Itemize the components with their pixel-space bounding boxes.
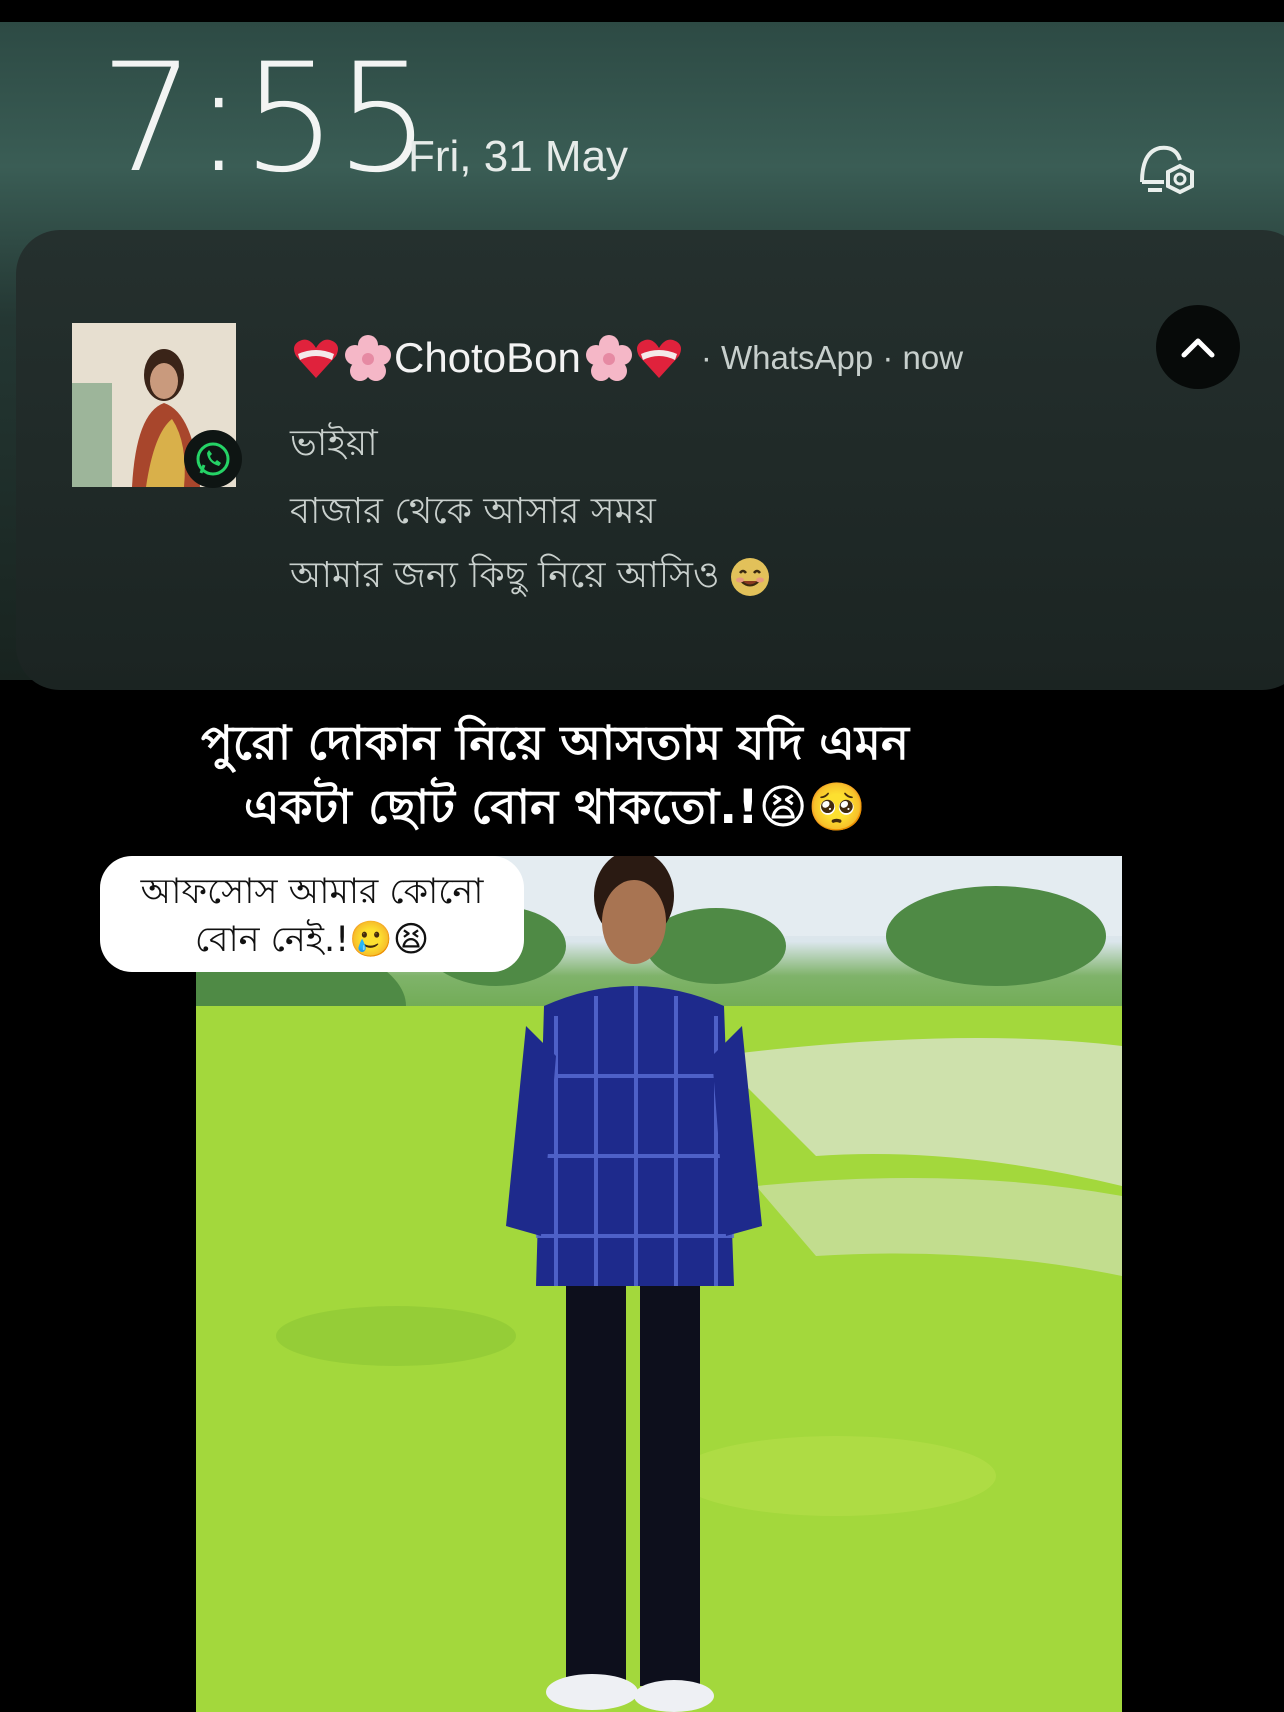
meme-caption: পুরো দোকান নিয়ে আসতাম যদি এমন একটা ছোট … (140, 712, 970, 840)
notification-header: ChotoBon · WhatsApp · now (292, 330, 963, 386)
lockscreen-date: Fri, 31 May (408, 132, 629, 181)
bubble-text: আফসোস আমার কোনো বোন নেই.!🥲😫 (100, 868, 524, 964)
cherry-blossom-icon (585, 335, 632, 381)
message-line: বাজার থেকে আসার সময় (290, 491, 656, 532)
message-line-with-emoji: আমার জন্য কিছু নিয়ে আসিও (290, 548, 771, 608)
speech-bubble: আফসোস আমার কোনো বোন নেই.!🥲😫 (100, 856, 524, 972)
person-photo (196, 856, 1122, 1712)
collapse-notification-button[interactable] (1156, 305, 1240, 389)
chevron-up-icon (1181, 338, 1215, 358)
notification-meta: · WhatsApp · now (700, 339, 964, 376)
lockscreen-clock: 7:55 (100, 32, 431, 206)
sender-name: ChotoBon (394, 334, 581, 381)
cherry-blossom-icon (345, 335, 391, 381)
outdoor-portrait-image (196, 856, 1122, 1712)
heart-ribbon-icon (636, 339, 681, 378)
whatsapp-badge-icon (184, 430, 242, 488)
bubble-line: আফসোস আমার কোনো (140, 872, 484, 912)
bubble-line: বোন নেই.!🥲😫 (194, 920, 430, 960)
heart-ribbon-icon (294, 339, 338, 378)
message-line: আমার জন্য কিছু নিয়ে আসিও (290, 555, 720, 596)
caption-line: পুরো দোকান নিয়ে আসতাম যদি এমন (200, 716, 910, 771)
message-line: ভাইয়া (290, 423, 378, 464)
caption-line: একটা ছোট বোন থাকতো.!😫🥺 (243, 780, 867, 835)
smiling-face-emoji-icon (731, 558, 770, 596)
notification-settings-icon[interactable] (1124, 130, 1204, 210)
status-strip (0, 0, 1284, 22)
